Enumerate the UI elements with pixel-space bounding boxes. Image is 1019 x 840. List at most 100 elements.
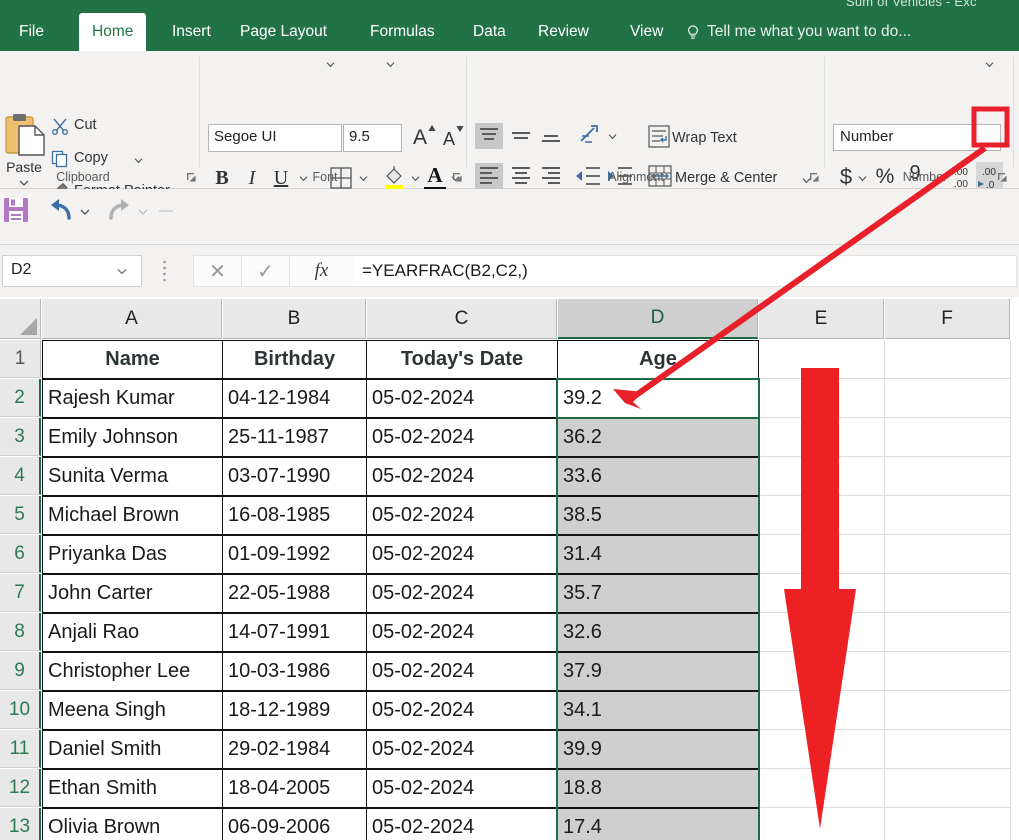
accounting-chevron-down-icon[interactable] (858, 175, 867, 182)
middle-align-icon[interactable] (507, 123, 535, 149)
number-format-chevron-down-icon[interactable] (985, 61, 994, 68)
cell-b13[interactable]: 06-09-2006 (222, 808, 367, 840)
tab-data[interactable]: Data (460, 13, 519, 51)
center-align-icon[interactable] (507, 163, 535, 189)
redo-icon[interactable] (105, 196, 133, 224)
cell-d13[interactable]: 17.4 (557, 808, 759, 840)
column-header-e[interactable]: E (759, 299, 884, 339)
cell-a12[interactable]: Ethan Smith (42, 769, 223, 808)
bottom-align-icon[interactable] (537, 123, 565, 149)
cell-f13[interactable] (885, 808, 1011, 840)
cell-c3[interactable]: 05-02-2024 (366, 418, 558, 457)
cell-c1[interactable]: Today's Date (366, 340, 558, 379)
row-header-1[interactable]: 1 (0, 340, 41, 378)
cell-d1[interactable]: Age (557, 340, 759, 379)
insert-function-button[interactable]: fx (289, 255, 353, 287)
cell-e12[interactable] (759, 769, 885, 808)
column-header-a[interactable]: A (42, 299, 222, 339)
cell-f7[interactable] (885, 574, 1011, 613)
tell-me-box[interactable]: Tell me what you want to do... (707, 13, 911, 51)
cell-c9[interactable]: 05-02-2024 (366, 652, 558, 691)
row-header-11[interactable]: 11 (0, 730, 41, 768)
cell-d9[interactable]: 37.9 (557, 652, 759, 691)
cell-e3[interactable] (759, 418, 885, 457)
clipboard-dialog-launcher-icon[interactable] (186, 172, 197, 183)
column-header-b[interactable]: B (223, 299, 366, 339)
cell-c4[interactable]: 05-02-2024 (366, 457, 558, 496)
column-header-d[interactable]: D (558, 299, 758, 339)
cell-e1[interactable] (759, 340, 885, 379)
formula-bar-grip-icon[interactable] (163, 260, 166, 282)
italic-button[interactable]: I (242, 165, 262, 191)
cell-c7[interactable]: 05-02-2024 (366, 574, 558, 613)
copy-icon[interactable] (51, 150, 69, 168)
tab-insert[interactable]: Insert (159, 13, 224, 51)
cell-d12[interactable]: 18.8 (557, 769, 759, 808)
align-left-icon[interactable] (475, 163, 503, 189)
cell-a2[interactable]: Rajesh Kumar (42, 379, 223, 418)
cell-f9[interactable] (885, 652, 1011, 691)
cell-c6[interactable]: 05-02-2024 (366, 535, 558, 574)
cell-f10[interactable] (885, 691, 1011, 730)
paste-icon[interactable] (4, 113, 48, 157)
row-header-8[interactable]: 8 (0, 613, 41, 651)
font-name-chevron-down-icon[interactable] (326, 61, 335, 68)
cell-b3[interactable]: 25-11-1987 (222, 418, 367, 457)
tab-view[interactable]: View (617, 13, 676, 51)
formula-input[interactable]: =YEARFRAC(B2,C2,) (353, 255, 1017, 287)
cell-e7[interactable] (759, 574, 885, 613)
customize-qat-icon[interactable] (158, 207, 178, 216)
tab-formulas[interactable]: Formulas (357, 13, 448, 51)
cell-e13[interactable] (759, 808, 885, 840)
cell-d11[interactable]: 39.9 (557, 730, 759, 769)
top-align-icon[interactable] (475, 123, 503, 149)
cell-f12[interactable] (885, 769, 1011, 808)
cell-a11[interactable]: Daniel Smith (42, 730, 223, 769)
cell-f11[interactable] (885, 730, 1011, 769)
copy-label[interactable]: Copy (74, 150, 108, 166)
cell-d7[interactable]: 35.7 (557, 574, 759, 613)
accounting-format-button[interactable]: $ (836, 163, 856, 191)
font-color-button[interactable]: A (424, 163, 446, 187)
row-header-2[interactable]: 2 (0, 379, 41, 417)
cell-b6[interactable]: 01-09-1992 (222, 535, 367, 574)
row-header-9[interactable]: 9 (0, 652, 41, 690)
cell-e2[interactable] (759, 379, 885, 418)
cell-e10[interactable] (759, 691, 885, 730)
fill-color-chevron-down-icon[interactable] (411, 175, 420, 182)
cell-e5[interactable] (759, 496, 885, 535)
cell-c8[interactable]: 05-02-2024 (366, 613, 558, 652)
number-format-select[interactable]: Number (833, 124, 1001, 151)
cell-b9[interactable]: 10-03-1986 (222, 652, 367, 691)
orientation-chevron-down-icon[interactable] (608, 133, 617, 140)
fill-color-icon[interactable] (382, 165, 406, 191)
bold-button[interactable]: B (210, 165, 234, 191)
copy-chevron-down-icon[interactable] (134, 157, 143, 164)
cell-b4[interactable]: 03-07-1990 (222, 457, 367, 496)
undo-chevron-down-icon[interactable] (80, 208, 90, 216)
cell-c2[interactable]: 05-02-2024 (366, 379, 558, 418)
orientation-icon[interactable] (578, 123, 604, 149)
number-dialog-launcher-icon[interactable] (997, 172, 1008, 183)
cell-a5[interactable]: Michael Brown (42, 496, 223, 535)
cell-e11[interactable] (759, 730, 885, 769)
row-header-12[interactable]: 12 (0, 769, 41, 807)
cell-b12[interactable]: 18-04-2005 (222, 769, 367, 808)
row-header-5[interactable]: 5 (0, 496, 41, 534)
wrap-text-icon[interactable] (648, 125, 670, 148)
cut-icon[interactable] (51, 117, 69, 135)
cell-a4[interactable]: Sunita Verma (42, 457, 223, 496)
column-header-c[interactable]: C (367, 299, 557, 339)
cell-e4[interactable] (759, 457, 885, 496)
cell-b7[interactable]: 22-05-1988 (222, 574, 367, 613)
row-header-13[interactable]: 13 (0, 808, 41, 840)
cell-a1[interactable]: Name (42, 340, 223, 379)
row-header-4[interactable]: 4 (0, 457, 41, 495)
cell-f8[interactable] (885, 613, 1011, 652)
row-header-10[interactable]: 10 (0, 691, 41, 729)
tab-file[interactable]: File (6, 13, 57, 51)
tab-home[interactable]: Home (79, 13, 146, 51)
cell-b8[interactable]: 14-07-1991 (222, 613, 367, 652)
cell-f4[interactable] (885, 457, 1011, 496)
cut-label[interactable]: Cut (74, 117, 97, 133)
